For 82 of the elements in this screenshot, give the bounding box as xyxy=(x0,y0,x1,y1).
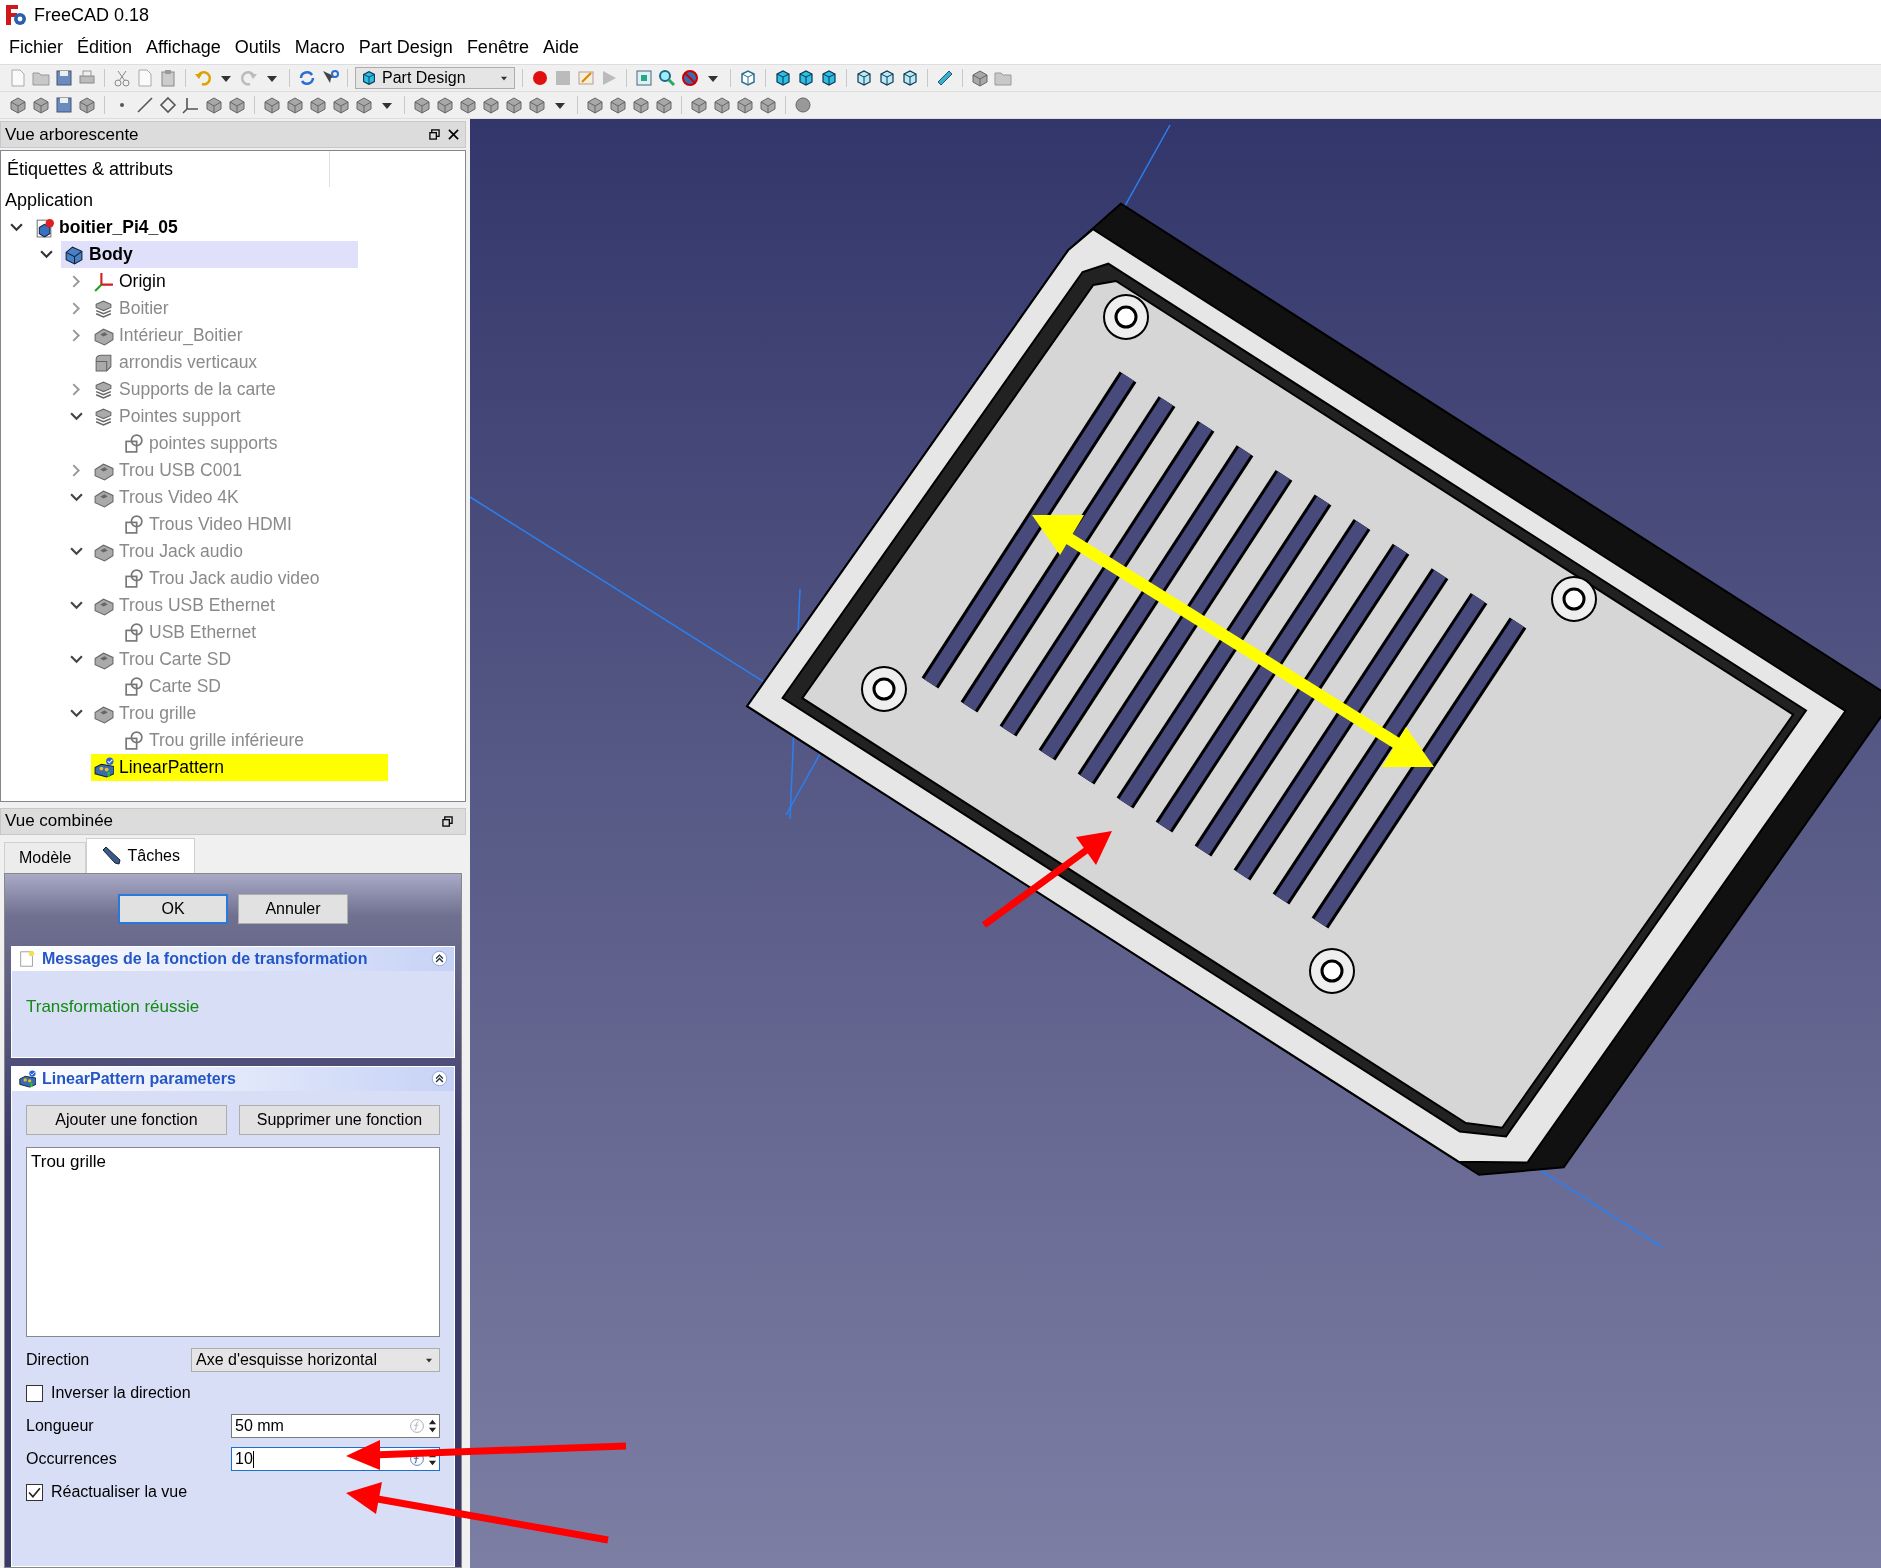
pattern-icon xyxy=(93,757,114,779)
menu-item[interactable]: Macro xyxy=(287,36,352,58)
menu-item[interactable]: Fenêtre xyxy=(459,36,536,58)
sketch-icon xyxy=(123,730,144,752)
panel-title: Vue arborescente xyxy=(5,124,140,145)
section-title: Messages de la fonction de transformation xyxy=(42,950,369,968)
pattern-icon xyxy=(18,1070,36,1088)
tree-item[interactable]: Supports de la carte xyxy=(91,376,388,404)
tree-item[interactable]: pointes supports xyxy=(121,430,418,458)
section-title: LinearPattern parameters xyxy=(42,1070,237,1088)
menu-item[interactable]: Fichier xyxy=(2,36,70,58)
record-icon[interactable] xyxy=(530,68,550,88)
dialog-button[interactable]: Annuler xyxy=(238,894,348,924)
direction-dropdown[interactable]: Axe d'esquisse horizontal xyxy=(191,1348,440,1373)
dialog-button[interactable]: OK xyxy=(118,894,228,924)
sketch-icon xyxy=(123,433,144,455)
collapse-section-icon[interactable] xyxy=(431,1070,448,1088)
layered-block-icon xyxy=(93,406,114,428)
checkbox[interactable]: Réactualiser la vue xyxy=(26,1479,440,1506)
top-view-icon[interactable] xyxy=(796,68,816,88)
fit-all-icon[interactable] xyxy=(634,68,654,88)
feature-button[interactable]: Supprimer une fonction xyxy=(239,1105,440,1135)
tree-item[interactable]: Origin xyxy=(91,268,388,296)
layered-block-icon xyxy=(93,379,114,401)
workbench-dropdown[interactable]: Part Design xyxy=(355,67,515,89)
window-title: FreeCAD 0.18 xyxy=(34,4,150,26)
sketch-icon xyxy=(123,514,144,536)
list-item[interactable]: Trou grille xyxy=(31,1152,435,1174)
tab[interactable]: Modèle xyxy=(4,842,87,873)
diamond-icon[interactable] xyxy=(158,95,178,115)
field-label: Longueur xyxy=(26,1417,95,1436)
left-view-icon[interactable] xyxy=(900,68,920,88)
sphere-icon[interactable] xyxy=(793,95,813,115)
paste-icon[interactable] xyxy=(158,68,178,88)
workbench-icon xyxy=(360,69,378,87)
field-label: Occurrences xyxy=(26,1450,118,1469)
tree-item[interactable]: LinearPattern xyxy=(91,754,388,782)
app-logo-icon xyxy=(4,3,28,27)
refresh-icon[interactable] xyxy=(297,68,317,88)
status-message: Transformation réussie xyxy=(25,996,201,1018)
number-input-field[interactable]: 50 mm xyxy=(231,1414,440,1439)
checkbox[interactable]: Inverser la direction xyxy=(26,1380,440,1407)
menu-item[interactable]: Outils xyxy=(227,36,288,58)
line-icon[interactable] xyxy=(135,95,155,115)
zoom-icon[interactable] xyxy=(657,68,677,88)
menu-item[interactable]: Affichage xyxy=(139,36,228,58)
tree-root-label: Application xyxy=(4,189,95,213)
body-icon xyxy=(63,244,84,266)
sketch-icon xyxy=(123,568,144,590)
sketch-icon xyxy=(123,676,144,698)
draw-style-icon[interactable] xyxy=(680,68,700,88)
feature-button[interactable]: Ajouter une fonction xyxy=(26,1105,227,1135)
tree-item[interactable]: Body xyxy=(61,241,358,269)
axes-icon xyxy=(93,271,114,293)
scissors-icon[interactable] xyxy=(112,68,132,88)
macro-edit-icon[interactable] xyxy=(576,68,596,88)
float-panel-icon[interactable] xyxy=(429,129,440,141)
bottom-view-icon[interactable] xyxy=(877,68,897,88)
close-icon[interactable] xyxy=(448,129,459,141)
sketch-icon xyxy=(123,622,144,644)
layered-block-icon xyxy=(93,298,114,320)
float-panel-icon[interactable] xyxy=(442,815,453,827)
axes-icon[interactable] xyxy=(181,95,201,115)
right-view-icon[interactable] xyxy=(819,68,839,88)
checkmark-icon xyxy=(28,1486,41,1499)
isometric-view-icon[interactable] xyxy=(738,68,758,88)
menu-item[interactable]: Aide xyxy=(535,36,586,58)
menu-item[interactable]: Part Design xyxy=(351,36,460,58)
tree-item[interactable]: boitier_Pi4_05 xyxy=(31,214,328,242)
rounded-block-icon xyxy=(93,352,114,374)
menu-item[interactable]: Édition xyxy=(70,36,140,58)
rear-view-icon[interactable] xyxy=(854,68,874,88)
field-label: Direction xyxy=(26,1351,91,1370)
panel-title: Vue combinée xyxy=(5,811,115,832)
save-icon[interactable] xyxy=(54,68,74,88)
tab[interactable]: Tâches xyxy=(86,838,195,873)
front-view-icon[interactable] xyxy=(773,68,793,88)
collapse-section-icon[interactable] xyxy=(431,950,448,968)
note-icon xyxy=(18,950,36,968)
column-header: Étiquettes & attributs xyxy=(1,151,330,188)
tree-item[interactable]: Pointes support xyxy=(91,403,388,431)
ruler-icon[interactable] xyxy=(935,68,955,88)
